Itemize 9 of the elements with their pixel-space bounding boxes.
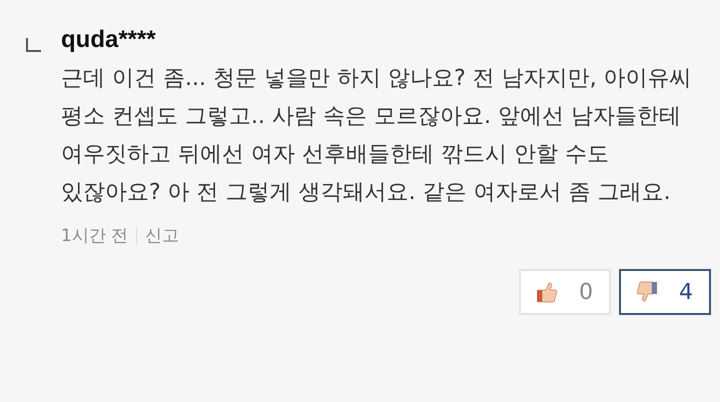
report-link[interactable]: 신고: [145, 224, 180, 247]
timestamp: 1시간 전: [61, 225, 128, 247]
thumbs-up-icon: [535, 280, 559, 304]
author-name: quda****: [61, 26, 157, 54]
like-button[interactable]: 0: [519, 269, 611, 315]
thumbs-down-icon: [635, 280, 659, 304]
reply-indicator-icon: [26, 38, 41, 52]
dislike-button[interactable]: 4: [619, 269, 711, 315]
comment-text: 근데 이건 좀... 청문 넣을만 하지 않나요? 전 남자지만, 아이유씨 평소 컨셉도 그렇고.. 사람 속은 모르잖아요. 앞에선 남자들한테 여우짓하고 뒤에선 여자 선후배들한테 깎드시 안할 수도 있잖아요? 아 전 그렇게 생각돼서요. 같은 여자로서 좀 그래요.: [61, 65, 693, 207]
